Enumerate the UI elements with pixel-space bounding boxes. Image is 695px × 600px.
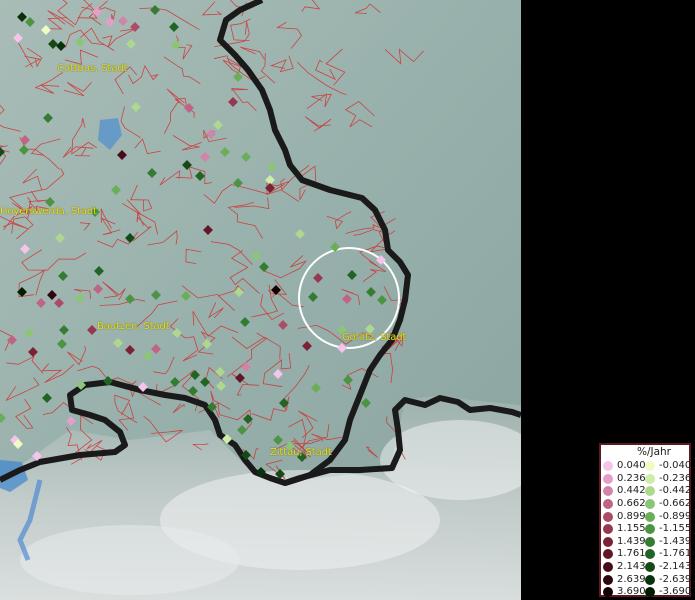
legend-entry: 2.639 xyxy=(603,573,646,586)
legend-swatch xyxy=(645,524,655,535)
legend-swatch xyxy=(603,549,613,560)
legend-entry: -0.662 xyxy=(645,498,691,511)
legend-label: -3.690 xyxy=(659,586,692,598)
legend-label: 0.236 xyxy=(617,472,646,484)
map-view[interactable]: Cottbus, Stadt Hoyerswerda, Stadt Bautze… xyxy=(0,0,521,600)
cloud-patch xyxy=(20,525,240,595)
legend-swatch xyxy=(645,574,655,585)
legend-label: -1.439 xyxy=(659,535,692,547)
legend-entry: -1.761 xyxy=(645,548,691,561)
legend-label: 1.155 xyxy=(617,523,646,535)
legend-swatch xyxy=(603,574,613,585)
legend-swatch xyxy=(603,511,613,522)
legend-swatch xyxy=(603,587,613,598)
legend-entry: -1.439 xyxy=(645,536,691,549)
legend-label: -0.236 xyxy=(659,472,692,484)
legend-entry: 0.236 xyxy=(603,473,646,486)
legend-entry: -2.639 xyxy=(645,573,691,586)
legend-entry: 2.143 xyxy=(603,561,646,574)
city-label-hoyerswerda: Hoyerswerda, Stadt xyxy=(0,206,97,217)
legend-swatch xyxy=(645,536,655,547)
legend-label: 0.662 xyxy=(617,498,646,510)
legend-entry: 0.442 xyxy=(603,485,646,498)
legend-swatch xyxy=(603,461,613,472)
legend-positive-column: 0.040 0.236 0.442 0.662 0.899 1.155 1.43… xyxy=(603,460,646,599)
legend-negative-column: -0.040 -0.236 -0.442 -0.662 -0.899 -1.15… xyxy=(645,460,691,599)
legend-label: 0.040 xyxy=(617,460,646,472)
city-label-cottbus: Cottbus, Stadt xyxy=(57,63,128,74)
legend-label: -0.899 xyxy=(659,510,692,522)
legend-label: -0.662 xyxy=(659,498,692,510)
legend-label: 2.143 xyxy=(617,561,646,573)
city-label-goerlitz: Görlitz, Stadt xyxy=(342,332,407,343)
legend-label: 1.439 xyxy=(617,535,646,547)
legend-entry: -0.899 xyxy=(645,510,691,523)
legend-swatch xyxy=(645,486,655,497)
city-label-bautzen: Bautzen, Stadt xyxy=(97,321,170,332)
legend-entry: -0.040 xyxy=(645,460,691,473)
legend-swatch xyxy=(645,562,655,573)
legend-label: -0.040 xyxy=(659,460,692,472)
legend-swatch xyxy=(645,473,655,484)
legend-swatch xyxy=(603,562,613,573)
legend-swatch xyxy=(603,499,613,510)
legend-swatch xyxy=(645,511,655,522)
legend-label: -1.155 xyxy=(659,523,692,535)
legend-swatch xyxy=(645,499,655,510)
legend-label: -0.442 xyxy=(659,485,692,497)
legend-swatch xyxy=(603,536,613,547)
legend-label: 0.899 xyxy=(617,510,646,522)
legend-entry: 0.899 xyxy=(603,510,646,523)
legend-title: %/Jahr xyxy=(636,446,672,458)
legend-entry: 1.155 xyxy=(603,523,646,536)
legend-entry: 0.662 xyxy=(603,498,646,511)
legend-label: -1.761 xyxy=(659,548,692,560)
legend-entry: -0.236 xyxy=(645,473,691,486)
legend-swatch xyxy=(603,473,613,484)
legend-label: 1.761 xyxy=(617,548,646,560)
legend-label: -2.143 xyxy=(659,561,692,573)
legend-entry: -3.690 xyxy=(645,586,691,599)
legend-swatch xyxy=(603,486,613,497)
city-label-zittau: Zittau, Stadt xyxy=(270,447,332,458)
legend-label: 2.639 xyxy=(617,573,646,585)
legend-swatch xyxy=(645,587,655,598)
legend-swatch xyxy=(603,524,613,535)
legend: %/Jahr 0.040 0.236 0.442 0.662 0.899 1.1… xyxy=(599,443,691,599)
legend-entry: -0.442 xyxy=(645,485,691,498)
legend-label: -2.639 xyxy=(659,573,692,585)
legend-entry: 1.761 xyxy=(603,548,646,561)
legend-entry: 3.690 xyxy=(603,586,646,599)
map-canvas[interactable] xyxy=(0,0,521,600)
legend-entry: -2.143 xyxy=(645,561,691,574)
legend-label: 3.690 xyxy=(617,586,646,598)
legend-entry: 0.040 xyxy=(603,460,646,473)
legend-swatch xyxy=(645,461,655,472)
legend-swatch xyxy=(645,549,655,560)
legend-label: 0.442 xyxy=(617,485,646,497)
legend-entry: 1.439 xyxy=(603,536,646,549)
legend-entry: -1.155 xyxy=(645,523,691,536)
